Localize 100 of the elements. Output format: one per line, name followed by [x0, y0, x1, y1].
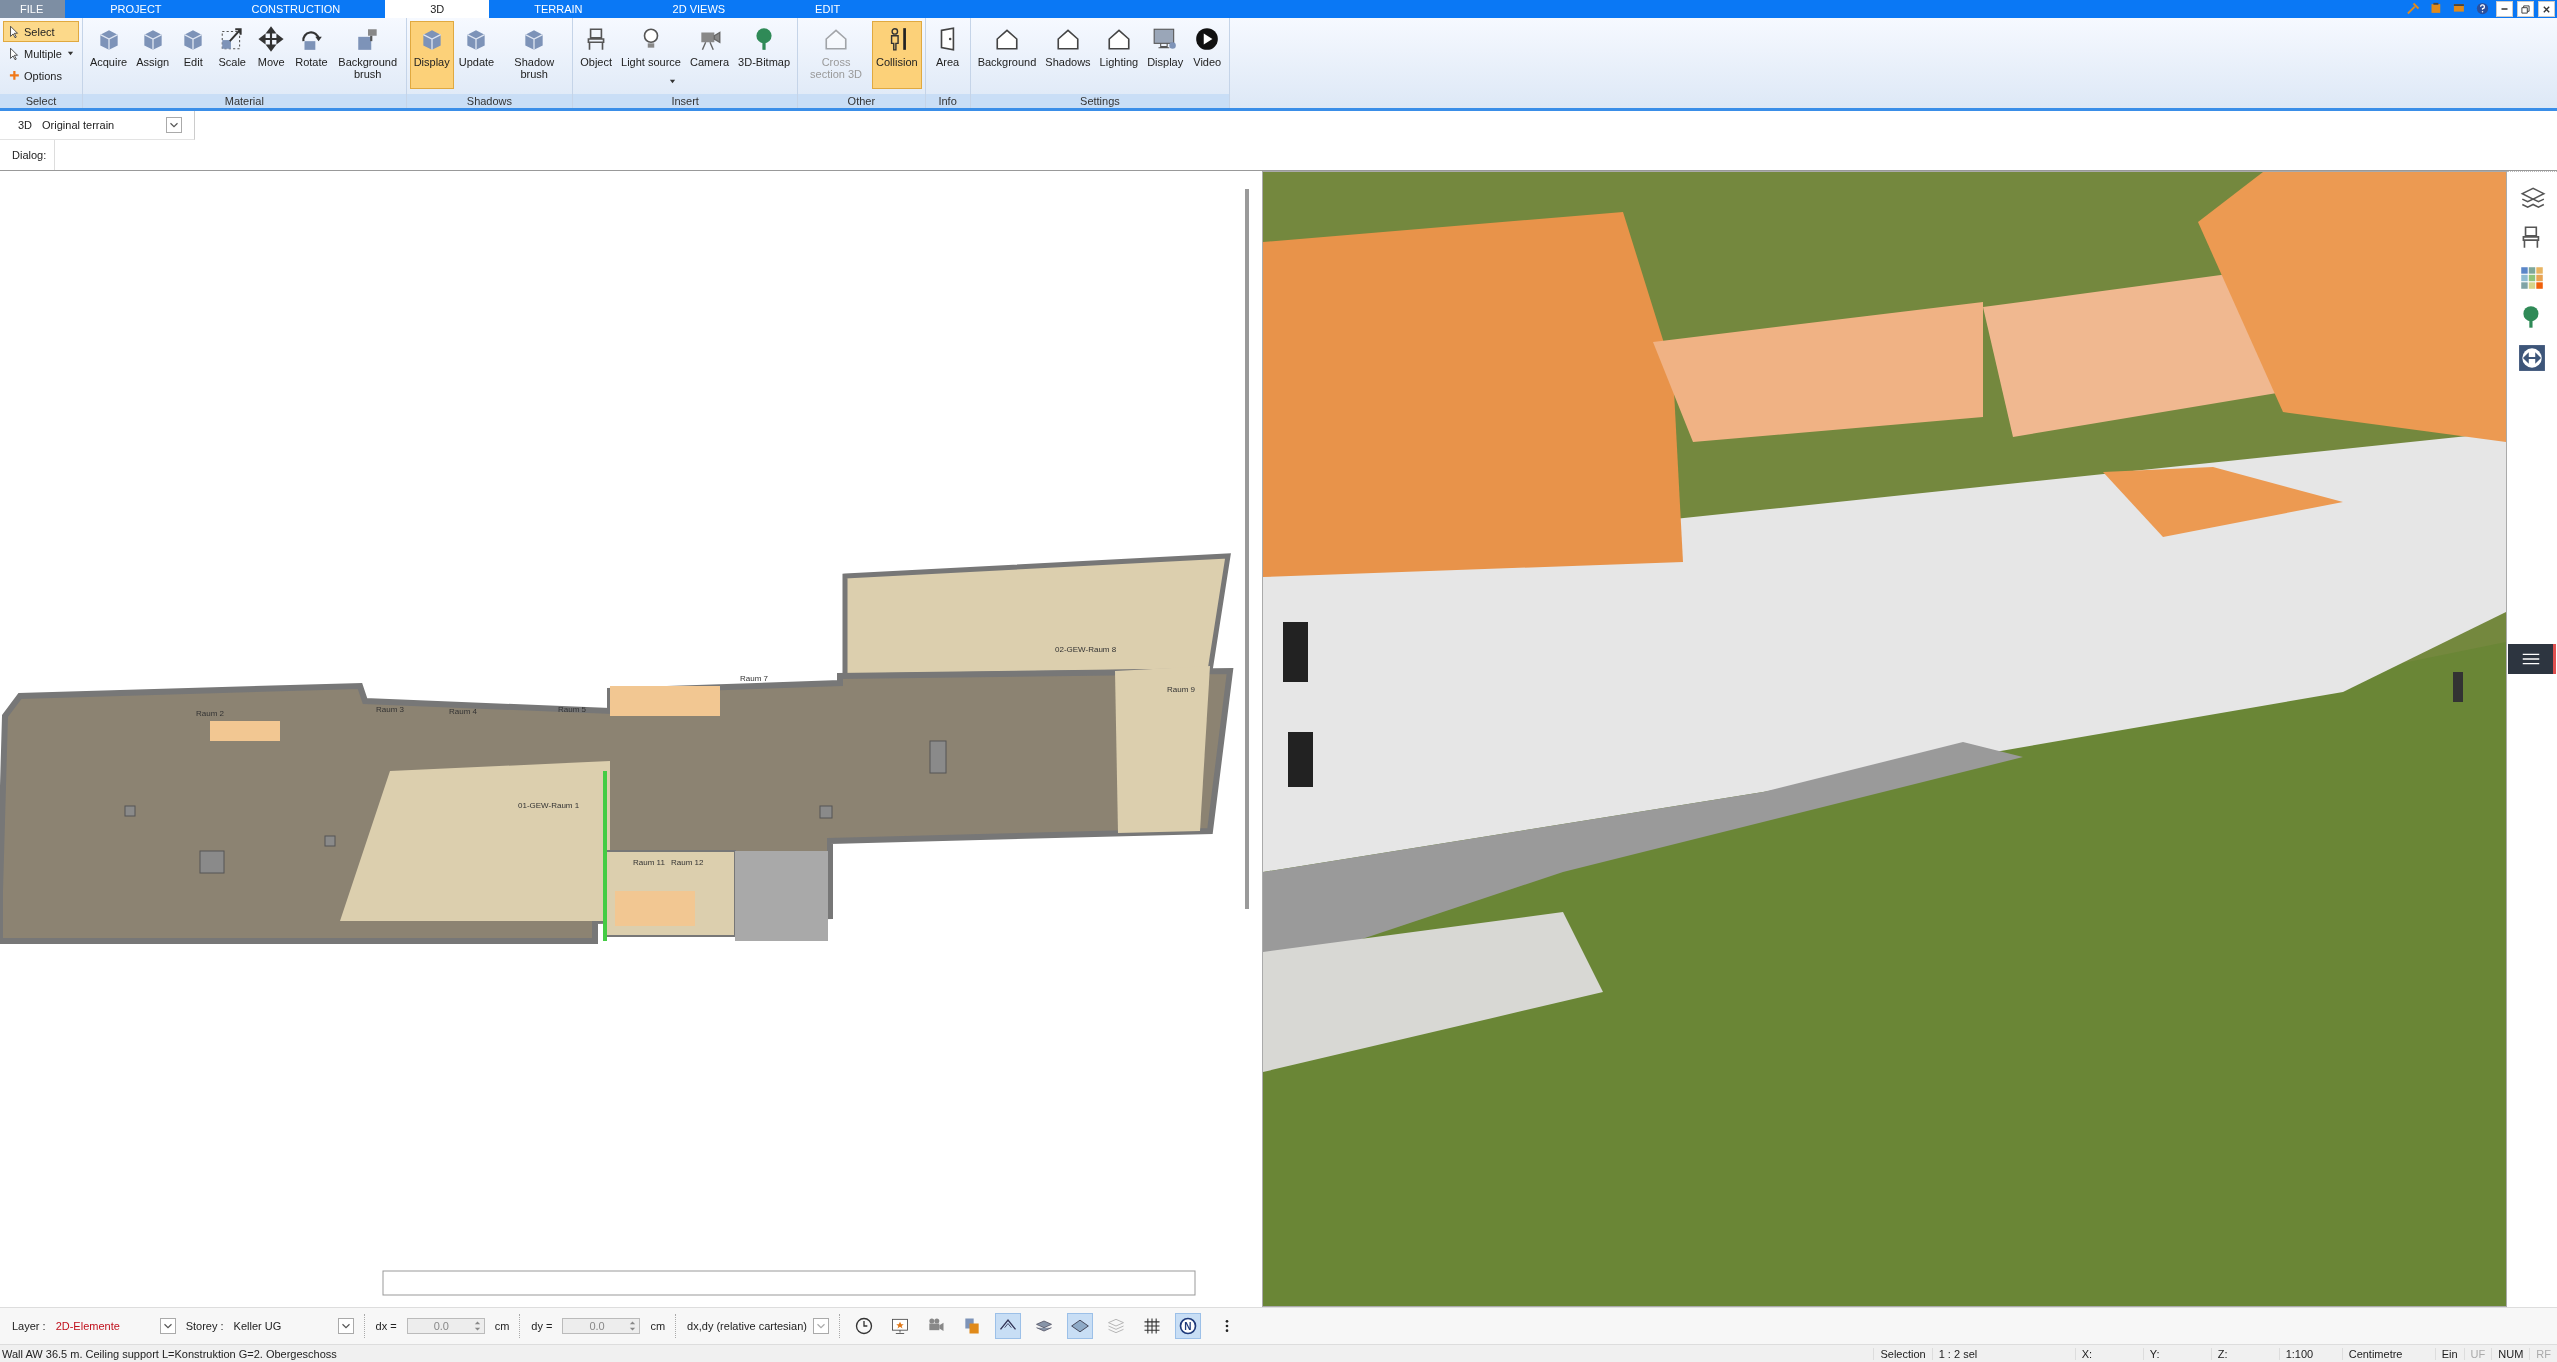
- dx-unit: cm: [494, 1320, 510, 1332]
- roof-toggle[interactable]: [994, 1313, 1021, 1339]
- status-field: 1 : 2 sel: [1931, 1347, 2075, 1360]
- ribbon-tab[interactable]: CONSTRUCTION: [206, 0, 386, 18]
- ribbon-button[interactable]: Rotate: [291, 21, 332, 89]
- room-label: Raum 7: [740, 674, 768, 683]
- move-icon: [258, 26, 285, 52]
- ribbon-button[interactable]: Light source: [617, 21, 685, 89]
- ribbon-button[interactable]: Area: [928, 21, 967, 89]
- chevron-icon: [166, 117, 183, 133]
- room-label: Raum 9: [1167, 685, 1195, 694]
- status-field: Ein: [2434, 1347, 2464, 1360]
- room-label: 01-GEW-Raum 1: [518, 801, 580, 810]
- ribbon-button[interactable]: Lighting: [1095, 21, 1143, 89]
- restore-button[interactable]: [2517, 1, 2534, 17]
- ribbon-button[interactable]: Update: [454, 21, 499, 89]
- north-toggle[interactable]: N: [1174, 1313, 1201, 1339]
- dy-label: dy =: [531, 1320, 553, 1332]
- ribbon-button[interactable]: 3D-Bitmap: [734, 21, 795, 89]
- scrollbar[interactable]: [1245, 189, 1249, 909]
- ribbon-button[interactable]: Select: [3, 21, 79, 42]
- dx-label: dx =: [375, 1320, 397, 1332]
- room-label: Raum 3: [376, 705, 404, 714]
- status-message: Wall AW 36.5 m. Ceiling support L=Konstruktion G=2. Obergeschoss: [1, 1347, 337, 1360]
- terrain-dropdown[interactable]: Original terrain: [42, 117, 183, 133]
- layer-label: Layer :: [12, 1320, 46, 1332]
- ribbon-button[interactable]: Shadow brush: [499, 21, 570, 89]
- storey-label: Storey :: [185, 1320, 224, 1332]
- ribbon-button[interactable]: Camera: [685, 21, 734, 89]
- view-label: 3D: [18, 119, 33, 131]
- room-label: Raum 4: [449, 707, 477, 716]
- dy-unit: cm: [650, 1320, 666, 1332]
- status-field: Y:: [2142, 1347, 2211, 1360]
- ribbon-group-label: Shadows: [406, 94, 573, 108]
- layer-dropdown[interactable]: 2D-Elemente: [55, 1318, 176, 1334]
- ribbon-button[interactable]: Assign: [132, 21, 174, 89]
- spinner-icon: [628, 1320, 638, 1332]
- minimize-icon: [2501, 8, 2508, 10]
- ribbon-button[interactable]: Shadows: [1041, 21, 1095, 89]
- room-label: Raum 12: [671, 858, 704, 867]
- caret-icon: [668, 78, 676, 85]
- ribbon-group-label: Select: [0, 94, 82, 108]
- status-field: 1:100: [2278, 1347, 2342, 1360]
- monitor-icon: [1152, 26, 1179, 52]
- dialog-label: Dialog:: [0, 140, 56, 170]
- ribbon-group-label: Insert: [573, 94, 798, 108]
- close-button[interactable]: [2538, 1, 2555, 17]
- close-icon: [2542, 4, 2551, 14]
- coordinate-mode-dropdown[interactable]: dx,dy (relative cartesian): [687, 1318, 829, 1334]
- status-field: Centimetre: [2341, 1347, 2435, 1360]
- clock-icon: [853, 1316, 874, 1336]
- ribbon-group-label: Material: [82, 94, 406, 108]
- north-icon: [1177, 1316, 1198, 1336]
- ribbon-tab[interactable]: 3D: [385, 0, 490, 18]
- ribbon-button[interactable]: Scale: [213, 21, 252, 89]
- status-field: Z:: [2210, 1347, 2279, 1360]
- status-field: NUM: [2491, 1347, 2530, 1360]
- chevron-icon: [159, 1318, 176, 1334]
- status-field: UF: [2463, 1347, 2492, 1360]
- ribbon-group-label: Info: [925, 94, 970, 108]
- ribbon-button[interactable]: Acquire: [85, 21, 132, 89]
- ribbon-button[interactable]: Edit: [174, 21, 213, 89]
- ribbon-button[interactable]: Multiple: [3, 43, 79, 64]
- ribbon-button[interactable]: Background brush: [332, 21, 403, 89]
- ribbon-tab[interactable]: EDIT: [770, 0, 886, 18]
- ribbon-group-label: Settings: [970, 94, 1230, 108]
- status-field: RF: [2529, 1347, 2557, 1360]
- spinner-icon: [472, 1320, 482, 1332]
- ribbon-button[interactable]: Video: [1188, 21, 1227, 89]
- room-label: Raum 2: [196, 709, 224, 718]
- play-icon: [1194, 26, 1221, 52]
- palette-icon[interactable]: [2518, 264, 2546, 292]
- ribbon-tab[interactable]: PROJECT: [65, 0, 207, 18]
- plus-icon: [8, 68, 22, 83]
- help-icon[interactable]: [2475, 1, 2490, 16]
- ribbon-button[interactable]: Move: [252, 21, 291, 89]
- room-label: 02-GEW-Raum 8: [1055, 645, 1117, 654]
- ribbon-button[interactable]: Options: [3, 65, 79, 86]
- panel-toggle-button[interactable]: [2508, 644, 2556, 674]
- ribbon-group-label: Other: [798, 94, 925, 108]
- ribbon-tab[interactable]: 2D VIEWS: [627, 0, 771, 18]
- status-field: Selection: [1873, 1347, 1932, 1360]
- chevron-icon: [337, 1318, 354, 1334]
- cursor-icon: [8, 46, 22, 61]
- tile-toggle[interactable]: [1066, 1313, 1093, 1339]
- ribbon-tab[interactable]: TERRAIN: [489, 0, 628, 18]
- cursor-icon: [8, 24, 22, 39]
- chevron-icon: [812, 1318, 829, 1334]
- storey-dropdown[interactable]: Keller UG: [233, 1318, 354, 1334]
- hatch-icon: [1105, 1316, 1126, 1336]
- minimize-button[interactable]: [2496, 1, 2513, 17]
- room-label: Raum 11: [633, 858, 665, 867]
- ribbon-button[interactable]: Object: [576, 21, 616, 89]
- caret-icon: [66, 50, 74, 57]
- ribbon-button[interactable]: Collision: [872, 21, 922, 89]
- ribbon-button[interactable]: Background: [973, 21, 1041, 89]
- monitor-star-icon: [889, 1316, 910, 1336]
- status-field: X:: [2074, 1347, 2143, 1360]
- ribbon-button[interactable]: Display: [409, 21, 454, 89]
- ribbon-button[interactable]: Display: [1143, 21, 1188, 89]
